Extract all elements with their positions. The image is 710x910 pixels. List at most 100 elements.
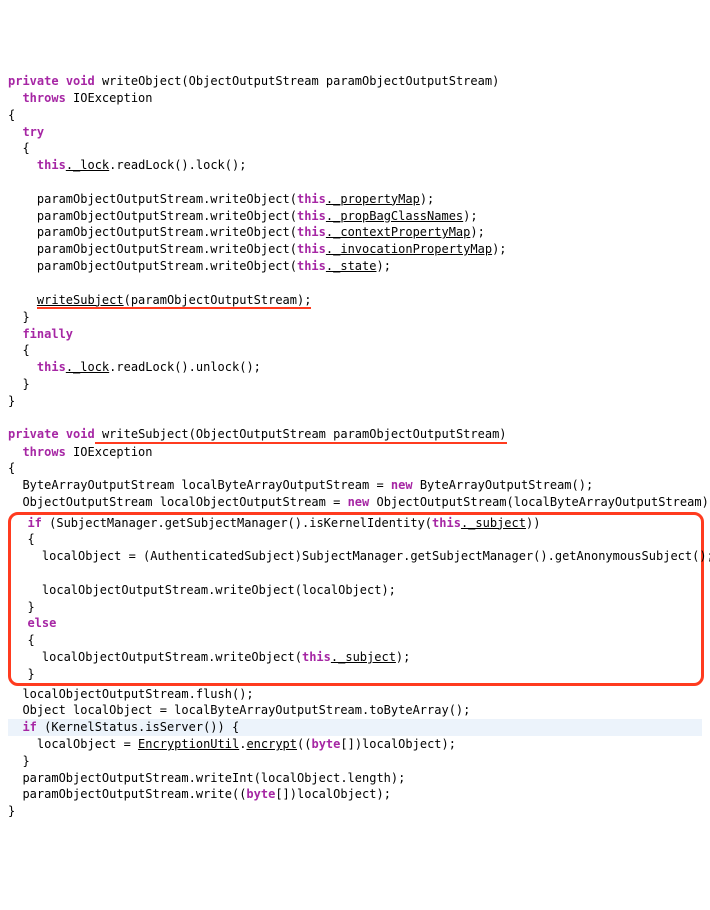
annotation-red-underline: writeSubject(paramObjectOutputStream); [37, 294, 312, 309]
code-line: { [8, 461, 15, 475]
kw-new: new [391, 478, 413, 492]
code-text: ByteArrayOutputStream localByteArrayOutp… [8, 478, 391, 492]
code-text: paramObjectOutputStream.writeObject( [8, 209, 297, 223]
code-line: ByteArrayOutputStream localByteArrayOutp… [8, 478, 593, 492]
code-line: { [8, 141, 30, 155]
code-line: paramObjectOutputStream.writeInt(localOb… [8, 771, 405, 785]
code-line: paramObjectOutputStream.writeObject(this… [8, 242, 507, 256]
code-line: } [8, 754, 30, 768]
annotation-red-underline: writeSubject(ObjectOutputStream paramObj… [95, 428, 507, 443]
kw-throws: throws [22, 91, 65, 105]
code-line: { [8, 108, 15, 122]
code-text: ); [376, 259, 390, 273]
code-line: localObject = (AuthenticatedSubject)Subj… [13, 549, 710, 563]
code-line: localObjectOutputStream.flush(); [8, 687, 254, 701]
code-line: writeSubject(paramObjectOutputStream); [8, 293, 311, 307]
kw-finally: finally [22, 327, 73, 341]
kw-private: private [8, 74, 59, 88]
code-line: } [8, 804, 15, 818]
code-text: ); [492, 242, 506, 256]
code-text: (SubjectManager.getSubjectManager().isKe… [42, 516, 432, 530]
field-contextPropertyMap: ._contextPropertyMap [326, 225, 471, 239]
kw-this: this [297, 209, 326, 223]
kw-this: this [297, 259, 326, 273]
ref-EncryptionUtil: EncryptionUtil [138, 737, 239, 751]
field-lock: ._lock [66, 360, 109, 374]
kw-try: try [22, 125, 44, 139]
code-line: if (SubjectManager.getSubjectManager().i… [13, 516, 540, 530]
code-line: { [8, 343, 30, 357]
code-text: (( [297, 737, 311, 751]
code-line: localObject = EncryptionUtil.encrypt((by… [8, 737, 456, 751]
kw-else: else [27, 616, 56, 630]
code-line: paramObjectOutputStream.writeObject(this… [8, 192, 434, 206]
code-text: )) [526, 516, 540, 530]
code-line: private void writeSubject(ObjectOutputSt… [8, 427, 507, 441]
code-text: ); [470, 225, 484, 239]
code-line: paramObjectOutputStream.writeObject(this… [8, 225, 485, 239]
code-text: paramObjectOutputStream.write(( [8, 787, 246, 801]
code-line: } [13, 667, 35, 681]
kw-this: this [297, 242, 326, 256]
kw-this: this [432, 516, 461, 530]
field-subject: ._subject [461, 516, 526, 530]
annotation-red-box: if (SubjectManager.getSubjectManager().i… [8, 512, 704, 686]
kw-void: void [66, 74, 95, 88]
code-line: this._lock.readLock().lock(); [8, 158, 246, 172]
call-writeSubject: writeSubject [37, 293, 124, 307]
code-line: paramObjectOutputStream.write((byte[])lo… [8, 787, 391, 801]
kw-byte: byte [311, 737, 340, 751]
code-line: paramObjectOutputStream.writeObject(this… [8, 259, 391, 273]
code-text: writeObject(ObjectOutputStream paramObje… [95, 74, 500, 88]
kw-private: private [8, 427, 59, 441]
code-text: (KernelStatus.isServer()) { [37, 720, 239, 734]
kw-void: void [66, 427, 95, 441]
code-text: paramObjectOutputStream.writeObject( [8, 225, 297, 239]
field-invocationPropertyMap: ._invocationPropertyMap [326, 242, 492, 256]
code-text: writeSubject(ObjectOutputStream paramObj… [95, 427, 507, 441]
code-text: ObjectOutputStream(localByteArrayOutputS… [369, 495, 710, 509]
code-line: localObjectOutputStream.writeObject(loca… [13, 583, 396, 597]
ref-encrypt: encrypt [246, 737, 297, 751]
code-line: paramObjectOutputStream.writeObject(this… [8, 209, 478, 223]
code-line: localObjectOutputStream.writeObject(this… [13, 650, 410, 664]
field-subject: ._subject [331, 650, 396, 664]
code-text: (paramObjectOutputStream); [124, 293, 312, 307]
code-text: ByteArrayOutputStream(); [413, 478, 594, 492]
code-text: [])localObject); [340, 737, 456, 751]
code-text [8, 293, 37, 307]
code-line: private void writeObject(ObjectOutputStr… [8, 74, 499, 88]
code-text: paramObjectOutputStream.writeObject( [8, 242, 297, 256]
code-text: paramObjectOutputStream.writeObject( [8, 192, 297, 206]
code-line: finally [8, 327, 73, 341]
field-state: ._state [326, 259, 377, 273]
kw-new: new [348, 495, 370, 509]
field-lock: ._lock [66, 158, 109, 172]
code-line: { [13, 532, 35, 546]
kw-this: this [37, 360, 66, 374]
code-line: this._lock.readLock().unlock(); [8, 360, 261, 374]
field-propertyMap: ._propertyMap [326, 192, 420, 206]
code-text: paramObjectOutputStream.writeObject( [8, 259, 297, 273]
code-text: ObjectOutputStream localObjectOutputStre… [8, 495, 348, 509]
code-line: } [8, 310, 30, 324]
code-text: IOException [66, 91, 153, 105]
code-text: IOException [66, 445, 153, 459]
code-text: . [239, 737, 246, 751]
highlighted-line: if (KernelStatus.isServer()) { [8, 719, 702, 736]
kw-this: this [297, 225, 326, 239]
code-line: } [13, 600, 35, 614]
code-line: else [13, 616, 56, 630]
kw-throws: throws [22, 445, 65, 459]
code-text: ); [396, 650, 410, 664]
kw-this: this [37, 158, 66, 172]
code-line: } [8, 394, 15, 408]
code-line: ObjectOutputStream localObjectOutputStre… [8, 495, 710, 509]
kw-if: if [22, 720, 36, 734]
code-text: ); [463, 209, 477, 223]
code-line: try [8, 125, 44, 139]
code-line: throws IOException [8, 91, 153, 105]
code-text: ); [420, 192, 434, 206]
code-text: .readLock().unlock(); [109, 360, 261, 374]
code-line: { [13, 633, 35, 647]
